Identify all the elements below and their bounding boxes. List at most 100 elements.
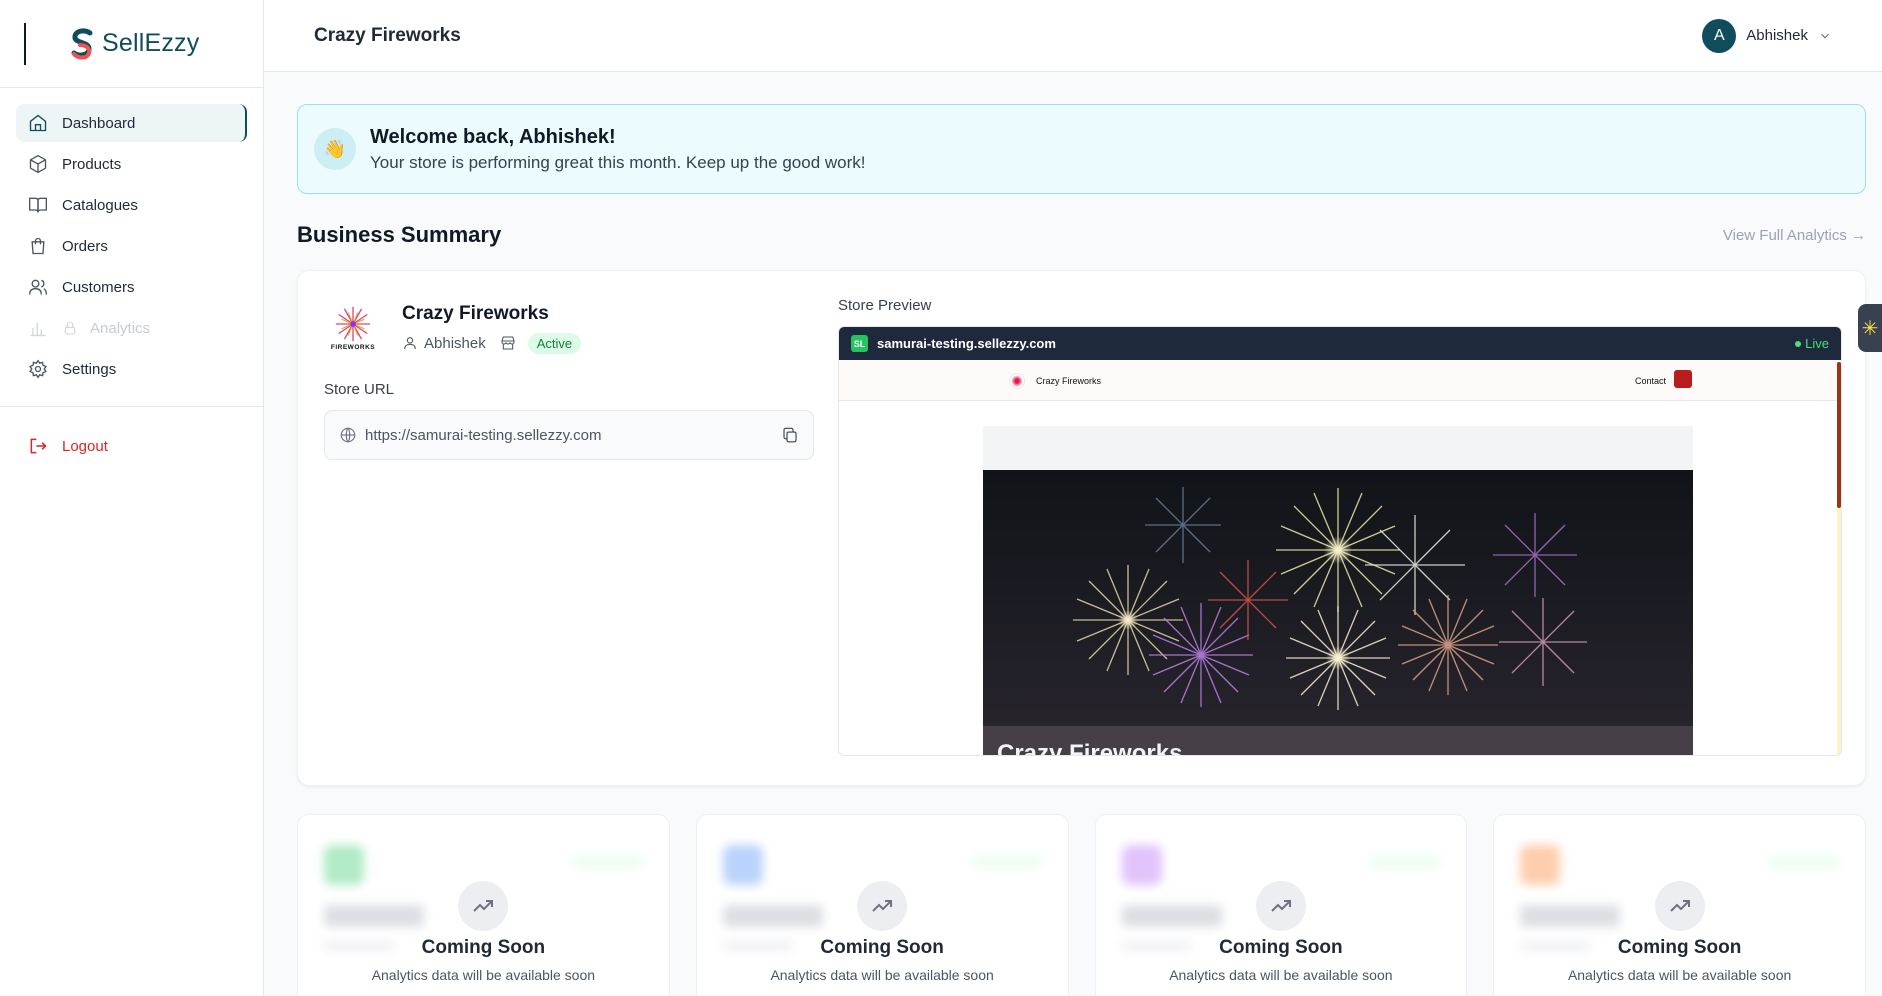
cart-icon[interactable] xyxy=(1674,370,1692,388)
store-url[interactable]: https://samurai-testing.sellezzy.com xyxy=(365,427,781,444)
store-logo-text: FIREWORKS xyxy=(330,344,376,351)
avatar: A xyxy=(1702,18,1737,53)
users-icon xyxy=(29,279,47,295)
shopping-bag-icon xyxy=(31,237,45,255)
business-summary-card: FIREWORKS Crazy Fireworks Abhishek Activ… xyxy=(297,270,1866,786)
stat-card: Coming Soon Analytics data will be avail… xyxy=(1493,814,1866,996)
trending-up-icon xyxy=(1255,881,1306,931)
coming-soon-overlay: Coming Soon Analytics data will be avail… xyxy=(1494,881,1865,983)
store-preview: Store Preview SL samurai-testing.sellezz… xyxy=(838,297,1842,756)
coming-soon-title: Coming Soon xyxy=(820,937,944,958)
sidebar-item-label: Orders xyxy=(62,237,108,255)
stat-card: Coming Soon Analytics data will be avail… xyxy=(297,814,670,996)
sellezzy-badge: SL xyxy=(851,335,868,352)
welcome-banner: 👋 Welcome back, Abhishek! Your store is … xyxy=(297,104,1866,194)
preview-hero-spacer xyxy=(983,426,1693,470)
sidebar-nav: Dashboard Products Catalogues Orders Cus… xyxy=(0,88,263,407)
stat-trend-placeholder xyxy=(1769,857,1839,867)
live-status: Live xyxy=(1795,336,1829,351)
preview-domain: samurai-testing.sellezzy.com xyxy=(877,336,1056,351)
store-url-label: Store URL xyxy=(324,381,395,398)
logout-icon xyxy=(30,438,47,454)
sidebar-item-catalogues[interactable]: Catalogues xyxy=(16,186,247,224)
stat-trend-placeholder xyxy=(1370,857,1441,867)
logout-label: Logout xyxy=(62,437,108,455)
sidebar-item-label: Settings xyxy=(62,360,117,378)
coming-soon-title: Coming Soon xyxy=(1617,937,1742,958)
side-widget-button[interactable]: ✳ xyxy=(1858,304,1882,352)
user-menu[interactable]: A Abhishek xyxy=(1702,18,1832,53)
coming-soon-text: Analytics data will be available soon xyxy=(371,967,596,983)
store-logo: FIREWORKS xyxy=(324,299,382,357)
sidebar-item-customers[interactable]: Customers xyxy=(16,268,247,306)
page-title: Crazy Fireworks xyxy=(314,24,461,46)
welcome-message: Your store is performing great this mont… xyxy=(370,152,866,172)
firework-burst-icon xyxy=(335,306,371,342)
store-info: FIREWORKS Crazy Fireworks Abhishek Activ… xyxy=(324,299,814,460)
coming-soon-title: Coming Soon xyxy=(421,937,546,958)
sidebar-item-label: Products xyxy=(62,155,122,173)
trending-up-icon xyxy=(857,881,908,931)
store-preview-frame[interactable]: SL samurai-testing.sellezzy.com Live Cra… xyxy=(838,326,1842,756)
preview-scrollbar[interactable] xyxy=(1837,362,1841,508)
user-name: Abhishek xyxy=(1746,27,1808,44)
sidebar-toggle[interactable] xyxy=(24,22,26,65)
coming-soon-title: Coming Soon xyxy=(1219,937,1343,958)
trending-up-icon xyxy=(1654,881,1705,931)
coming-soon-text: Analytics data will be available soon xyxy=(1567,967,1792,983)
brand: SellEzzy xyxy=(0,0,263,88)
stats-row: Coming Soon Analytics data will be avail… xyxy=(297,814,1866,996)
stat-icon xyxy=(722,845,763,885)
store-url-field: https://samurai-testing.sellezzy.com xyxy=(324,410,814,460)
preview-hero-title: Crazy Fireworks xyxy=(997,740,1183,756)
stat-icon xyxy=(324,845,364,885)
book-icon xyxy=(29,197,47,213)
sidebar-item-label: Catalogues xyxy=(62,196,138,214)
preview-logo-icon xyxy=(1009,373,1025,389)
view-full-analytics-link[interactable]: View Full Analytics → xyxy=(1723,227,1866,244)
preview-site-title: Crazy Fireworks xyxy=(1036,376,1102,386)
store-owner: Abhishek xyxy=(424,334,486,352)
user-icon xyxy=(404,337,416,350)
preview-hero-image: Crazy Fireworks xyxy=(983,470,1693,756)
sidebar-item-products[interactable]: Products xyxy=(16,145,247,183)
sidebar-item-label: Analytics xyxy=(90,319,151,337)
box-icon xyxy=(29,154,47,174)
sparkle-icon: ✳ xyxy=(1861,317,1879,340)
coming-soon-overlay: Coming Soon Analytics data will be avail… xyxy=(298,881,669,983)
sidebar-item-settings[interactable]: Settings xyxy=(16,350,247,388)
stat-icon xyxy=(1121,845,1162,885)
main-content: 👋 Welcome back, Abhishek! Your store is … xyxy=(297,104,1866,786)
stat-card: Coming Soon Analytics data will be avail… xyxy=(695,814,1069,996)
live-dot-icon xyxy=(1795,340,1802,347)
logout-button[interactable]: Logout xyxy=(16,427,247,465)
preview-address-bar: SL samurai-testing.sellezzy.com Live xyxy=(839,327,1841,360)
preview-contact-link[interactable]: Contact xyxy=(1635,376,1666,386)
sidebar-item-label: Customers xyxy=(62,278,135,296)
coming-soon-overlay: Coming Soon Analytics data will be avail… xyxy=(697,881,1068,983)
stat-trend-placeholder xyxy=(971,857,1042,867)
copy-icon[interactable] xyxy=(781,426,799,444)
stat-trend-placeholder xyxy=(572,857,643,867)
trending-up-icon xyxy=(458,881,509,931)
store-name: Crazy Fireworks xyxy=(402,302,549,324)
preview-scroll-track xyxy=(1837,508,1841,755)
sidebar-item-analytics: Analytics xyxy=(16,309,247,347)
coming-soon-text: Analytics data will be available soon xyxy=(1169,967,1393,983)
globe-icon xyxy=(340,427,356,443)
lock-icon xyxy=(64,321,76,335)
store-preview-label: Store Preview xyxy=(838,297,932,314)
sidebar-item-dashboard[interactable]: Dashboard xyxy=(16,104,247,142)
coming-soon-overlay: Coming Soon Analytics data will be avail… xyxy=(1096,881,1467,983)
stat-card: Coming Soon Analytics data will be avail… xyxy=(1094,814,1468,996)
home-icon xyxy=(29,114,47,132)
fireworks-image xyxy=(1073,487,1587,710)
gear-icon xyxy=(29,359,47,379)
business-summary-header: Business Summary View Full Analytics → xyxy=(297,220,1866,250)
welcome-title: Welcome back, Abhishek! xyxy=(370,125,616,148)
sidebar-item-orders[interactable]: Orders xyxy=(16,227,247,265)
preview-site-name: Crazy Fireworks xyxy=(1009,373,1101,389)
stat-icon xyxy=(1520,845,1561,885)
section-title: Business Summary xyxy=(297,222,502,247)
sellezzy-logo-icon xyxy=(71,27,93,59)
